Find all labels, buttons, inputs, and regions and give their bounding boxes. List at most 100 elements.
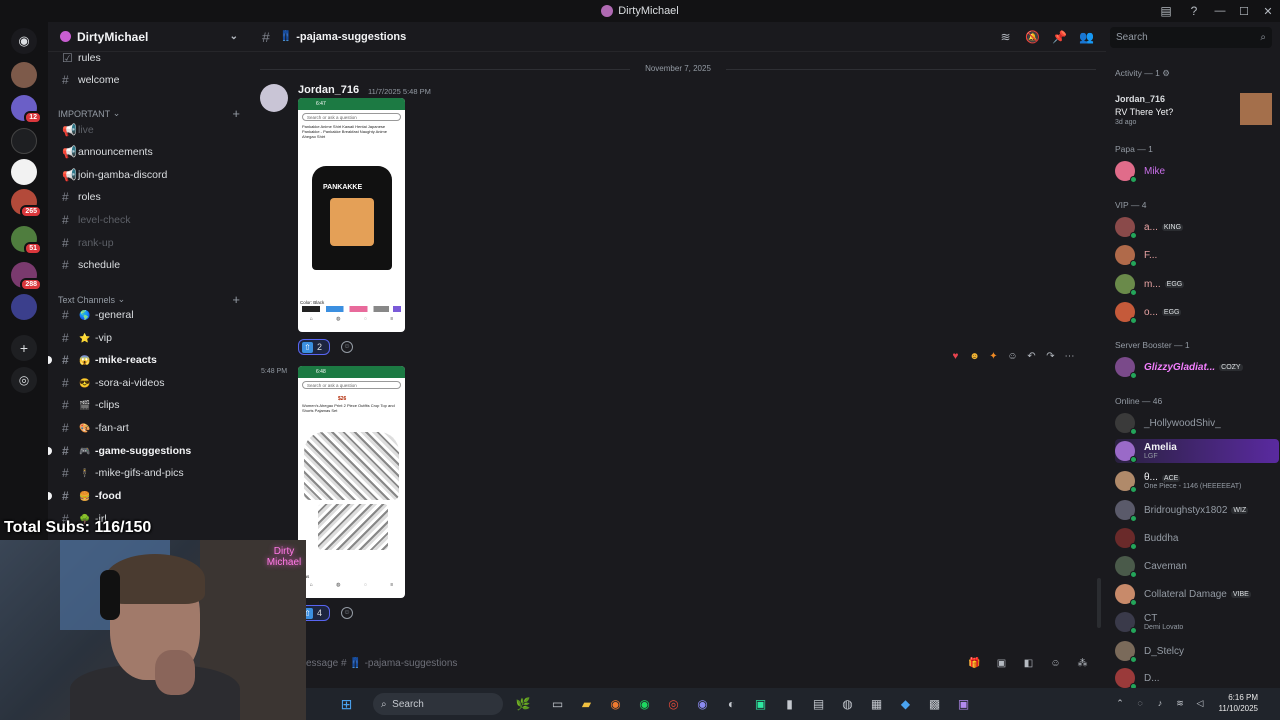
windows-start-icon[interactable]: ⊞ — [332, 696, 361, 713]
spotify-icon[interactable]: ◉ — [630, 697, 659, 711]
maximize-button[interactable]: ☐ — [1232, 5, 1256, 18]
discord-home-icon[interactable]: ◉ — [11, 28, 37, 54]
reaction-upvote[interactable]: ⇧ 2 — [298, 339, 330, 355]
member-row[interactable]: Collateral Damage VIBE — [1115, 582, 1275, 606]
gift-icon[interactable]: 🎁 — [961, 658, 988, 669]
server-icon[interactable]: 265 — [11, 189, 42, 218]
minimize-button[interactable]: — — [1208, 5, 1232, 17]
obs-icon[interactable]: ◐ — [717, 697, 746, 711]
taskbar-search[interactable]: ⌕ Search — [373, 693, 503, 715]
steam-icon[interactable]: ◍ — [833, 697, 862, 711]
channel-vip[interactable]: # ⭐ -vip — [56, 328, 242, 348]
widget-icon[interactable]: 🌿 — [503, 697, 543, 711]
notification-bell-icon[interactable]: 🔕 — [1019, 30, 1046, 44]
app-icon[interactable]: ▮ — [775, 697, 804, 711]
server-icon[interactable]: 12 — [11, 95, 42, 124]
channel-mike-gifs-and-pics[interactable]: # 🕴 -mike-gifs-and-pics — [56, 463, 242, 483]
channel-live[interactable]: 📢 live — [56, 120, 242, 140]
channel-rank-up[interactable]: # rank-up — [56, 233, 242, 253]
channel-schedule[interactable]: # schedule — [56, 255, 242, 275]
search-input[interactable]: Search ⌕ — [1110, 27, 1272, 48]
activity-card[interactable]: Jordan_716 RV There Yet? 3d ago — [1110, 88, 1276, 128]
firefox-icon[interactable]: ◉ — [601, 697, 630, 711]
reply-icon[interactable]: ↶ — [1022, 351, 1041, 362]
server-icon[interactable] — [11, 294, 37, 320]
apps-icon[interactable]: ⁂ — [1069, 658, 1096, 669]
add-reaction-icon[interactable]: ☺ — [341, 341, 353, 353]
threads-icon[interactable]: ≋ — [992, 30, 1019, 44]
heart-reaction-icon[interactable]: ♥ — [946, 351, 965, 362]
channel-fan-art[interactable]: # 🎨 -fan-art — [56, 418, 242, 438]
network-icon[interactable]: ◌ — [1130, 698, 1150, 709]
help-icon[interactable]: ? — [1180, 4, 1208, 18]
member-row[interactable]: Buddha — [1115, 526, 1275, 550]
add-reaction-icon[interactable]: ☺ — [341, 607, 353, 619]
member-row[interactable]: GlizzyGladiat... COZY — [1115, 355, 1275, 379]
emoji-reaction-icon[interactable]: ☻ — [965, 351, 984, 362]
avatar[interactable] — [260, 84, 288, 112]
member-row[interactable]: a... KING — [1115, 215, 1275, 239]
server-icon[interactable] — [11, 62, 37, 88]
member-row[interactable]: Bridroughstyx1802 WIZ — [1115, 498, 1275, 522]
chrome-icon[interactable]: ◎ — [659, 697, 688, 711]
message-author[interactable]: Jordan_716 — [298, 84, 359, 96]
close-button[interactable]: ✕ — [1256, 5, 1280, 18]
image-attachment[interactable]: 6:47 Search or ask a question Pankakke A… — [298, 98, 405, 332]
premiere-icon[interactable]: ▣ — [949, 697, 978, 711]
sticker-icon[interactable]: ◧ — [1015, 658, 1042, 669]
channel-clips[interactable]: # 🎬 -clips — [56, 395, 242, 415]
member-row[interactable]: Amelia LGF — [1115, 439, 1279, 463]
emoji-icon[interactable]: ☺ — [1042, 658, 1069, 669]
forward-icon[interactable]: ↷ — [1041, 351, 1060, 362]
image-attachment[interactable]: 6:48 Search or ask a question $26 Women'… — [298, 366, 405, 598]
app-icon[interactable]: ▤ — [804, 697, 833, 711]
chevron-up-icon[interactable]: ⌃ — [1110, 698, 1130, 709]
server-icon[interactable]: 288 — [11, 262, 42, 291]
member-row[interactable]: _HollywoodShiv_ — [1115, 411, 1275, 435]
app-icon[interactable]: ▩ — [920, 697, 949, 711]
server-folder-icon[interactable]: 51 — [11, 226, 42, 255]
member-row[interactable]: F... — [1115, 243, 1275, 267]
member-row[interactable]: Mike — [1115, 159, 1275, 183]
member-row[interactable]: CT Demi Lovato — [1115, 610, 1275, 634]
channel-food[interactable]: # 🍔 -food — [56, 486, 242, 506]
message-input[interactable]: essage # 👖 -pajama-suggestions 🎁 ▣ ◧ ☺ ⁂ — [306, 652, 1096, 674]
app-icon[interactable]: ▦ — [862, 697, 891, 711]
discord-icon[interactable]: ◉ — [688, 697, 717, 711]
channel-roles[interactable]: # roles — [56, 187, 242, 207]
scrollbar[interactable] — [1097, 578, 1101, 628]
member-row[interactable]: θ... ACE One Piece - 1146 (HEEEEEAT) — [1115, 469, 1275, 493]
app-icon[interactable]: ◆ — [891, 697, 920, 711]
add-server-icon[interactable]: + — [11, 335, 37, 361]
channel-announcements[interactable]: 📢 announcements — [56, 142, 242, 162]
member-row[interactable]: Caveman — [1115, 554, 1275, 578]
channel-join-gamba-discord[interactable]: 📢 join-gamba-discord — [56, 165, 242, 185]
task-view-icon[interactable]: ▭ — [543, 697, 572, 711]
gif-icon[interactable]: ▣ — [988, 658, 1015, 669]
channel-level-check[interactable]: # level-check — [56, 210, 242, 230]
app-icon[interactable]: ▣ — [746, 697, 775, 711]
pin-icon[interactable]: 📌 — [1046, 30, 1073, 44]
taskbar-clock[interactable]: 6:16 PM 11/10/2025 — [1219, 692, 1258, 714]
file-explorer-icon[interactable]: ▰ — [572, 697, 601, 711]
member-row[interactable]: D_Stelcy — [1115, 639, 1275, 663]
volume-icon[interactable]: ◁ — [1190, 698, 1210, 709]
add-channel-icon[interactable]: + — [232, 106, 240, 121]
inbox-icon[interactable]: ▤ — [1152, 4, 1180, 18]
wifi-icon[interactable]: ≋ — [1170, 698, 1190, 709]
channel-general[interactable]: # 🌎 -general — [56, 305, 242, 325]
channel-game-suggestions[interactable]: # 🎮 -game-suggestions — [56, 441, 242, 461]
more-options-icon[interactable]: ⋯ — [1060, 351, 1079, 362]
server-icon[interactable] — [11, 159, 37, 185]
fire-reaction-icon[interactable]: ✦ — [984, 351, 1003, 362]
channel-sora-ai-videos[interactable]: # 😎 -sora-ai-videos — [56, 373, 242, 393]
member-row[interactable]: D... — [1115, 666, 1275, 688]
discover-icon[interactable]: ◎ — [11, 367, 37, 393]
member-list-icon[interactable]: 👥 — [1073, 30, 1100, 44]
server-icon[interactable] — [11, 128, 37, 154]
channel-rules[interactable]: ☑ rules — [56, 48, 242, 68]
member-row[interactable]: o... EGG — [1115, 300, 1275, 324]
channel-mike-reacts[interactable]: # 😱 -mike-reacts — [56, 350, 242, 370]
gear-icon[interactable]: ⚙ — [1162, 68, 1170, 78]
add-reaction-icon[interactable]: ☺ — [1003, 351, 1022, 362]
